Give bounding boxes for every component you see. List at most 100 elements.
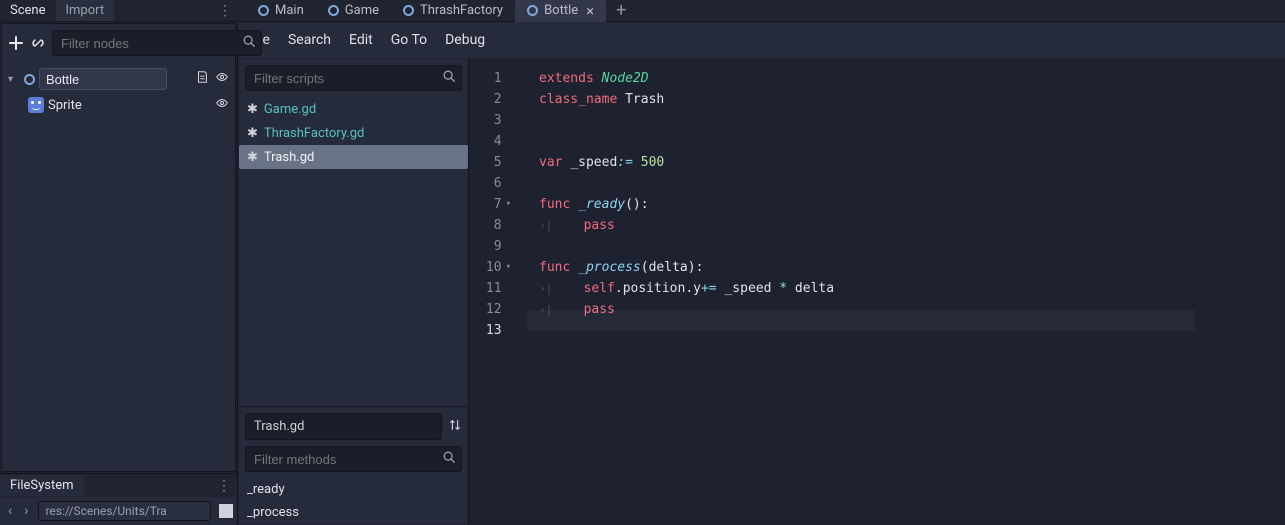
script-name: Game.gd (264, 102, 316, 117)
editor-column: FileSearchEditGo ToDebug ✱Game.gd✱Thrash… (238, 22, 1285, 525)
scene-node-icon (258, 5, 269, 16)
tab-filesystem[interactable]: FileSystem (0, 475, 84, 496)
scene-tree: ▾ Sprite (2, 62, 235, 471)
filesystem-menu-icon[interactable]: ⋮ (217, 478, 231, 494)
line-number: 13▾ (469, 320, 517, 341)
code-editor[interactable]: 1▾2▾3▾4▾5▾6▾7▾8▾9▾10▾11▾12▾13▾ extends N… (469, 58, 1285, 525)
methods-list: _ready_process (239, 478, 468, 524)
filter-nodes-input[interactable] (52, 30, 262, 56)
scene-tab[interactable]: ThrashFactory (391, 0, 515, 21)
current-script-name[interactable]: Trash.gd (245, 413, 442, 440)
tree-child-row[interactable]: Sprite (6, 92, 231, 118)
code-area[interactable]: extends Node2Dclass_name Trash var _speed… (527, 58, 1195, 525)
scene-tab-label: Bottle (544, 3, 578, 18)
sprite-icon (28, 97, 44, 113)
code-line[interactable]: class_name Trash (539, 89, 1195, 110)
code-line[interactable] (539, 131, 1195, 152)
indent-guide-icon: ›| (539, 219, 552, 232)
menu-edit[interactable]: Edit (349, 32, 373, 48)
scene-tabs: Main Game ThrashFactory Bottle × + (238, 0, 636, 21)
scripts-list: ✱ Game.gd ✱ ThrashFactory.gd ✱ Trash.gd (239, 97, 468, 169)
visibility-icon[interactable] (215, 96, 229, 114)
gear-icon: ✱ (247, 150, 258, 165)
script-item[interactable]: ✱ ThrashFactory.gd (239, 121, 468, 145)
line-gutter: 1▾2▾3▾4▾5▾6▾7▾8▾9▾10▾11▾12▾13▾ (469, 58, 527, 525)
chevron-down-icon[interactable]: ▾ (8, 74, 20, 85)
gear-icon: ✱ (247, 102, 258, 117)
link-icon[interactable] (30, 34, 46, 52)
add-node-icon[interactable] (8, 34, 24, 52)
line-number: 11▾ (469, 278, 517, 299)
filesystem-tabs: FileSystem ⋮ (0, 473, 237, 497)
code-line[interactable] (539, 110, 1195, 131)
line-number: 3▾ (469, 110, 517, 131)
scene-tab[interactable]: Bottle × (515, 0, 606, 23)
scene-node-icon (328, 5, 339, 16)
scene-tab-label: ThrashFactory (420, 3, 503, 18)
scene-tab[interactable]: Game (316, 0, 391, 21)
code-line[interactable]: func _ready(): (539, 194, 1195, 215)
file-menu-bar: FileSearchEditGo ToDebug (238, 22, 1285, 58)
filesystem-nav: ‹ › res://Scenes/Units/Tra (0, 497, 237, 525)
node-name-input[interactable] (39, 68, 167, 90)
main-row: ▾ Sprite (0, 22, 1285, 525)
new-tab-icon[interactable]: + (606, 0, 636, 21)
menu-search[interactable]: Search (288, 32, 331, 48)
code-line[interactable]: ›| self.position.y+= _speed * delta (539, 278, 1195, 299)
tab-import[interactable]: Import (56, 0, 115, 21)
tree-root-row[interactable]: ▾ (6, 66, 231, 92)
methods-section: Trash.gd _ready_process (239, 406, 468, 524)
nav-back-icon[interactable]: ‹ (4, 503, 16, 519)
line-number: 6▾ (469, 173, 517, 194)
top-tab-bar: Scene Import ⋮ Main Game ThrashFactory Bott… (0, 0, 1285, 22)
scene-toolbar (2, 24, 235, 62)
fold-icon[interactable]: ▾ (506, 194, 511, 215)
minimap[interactable] (1195, 58, 1285, 525)
scripts-panel: ✱ Game.gd ✱ ThrashFactory.gd ✱ Trash.gd Trash… (239, 59, 469, 524)
filter-scripts-input[interactable] (245, 65, 462, 91)
menu-go-to[interactable]: Go To (391, 32, 427, 48)
line-number: 5▾ (469, 152, 517, 173)
visibility-icon[interactable] (215, 70, 229, 88)
tab-scene[interactable]: Scene (0, 0, 56, 21)
indent-guide-icon: ›| (539, 282, 552, 295)
line-number: 8▾ (469, 215, 517, 236)
script-name: Trash.gd (264, 150, 314, 165)
line-number: 4▾ (469, 131, 517, 152)
fold-icon[interactable]: ▾ (506, 257, 511, 278)
line-number: 12▾ (469, 299, 517, 320)
code-line[interactable]: ›| pass (539, 215, 1195, 236)
code-line[interactable] (539, 173, 1195, 194)
line-number: 2▾ (469, 89, 517, 110)
filesystem-mode-icon[interactable] (219, 504, 233, 518)
close-tab-icon[interactable]: × (586, 2, 594, 20)
code-line[interactable]: func _process(delta): (539, 257, 1195, 278)
scene-node-icon (527, 5, 538, 16)
line-number: 9▾ (469, 236, 517, 257)
menu-debug[interactable]: Debug (445, 32, 485, 48)
gear-icon: ✱ (247, 126, 258, 141)
scene-node-icon (403, 5, 414, 16)
filesystem-path[interactable]: res://Scenes/Units/Tra (38, 501, 211, 521)
scene-tab[interactable]: Main (246, 0, 316, 21)
panel-menu-icon[interactable]: ⋮ (218, 3, 232, 19)
left-panel-tabs: Scene Import ⋮ (0, 0, 238, 21)
left-column: ▾ Sprite (0, 22, 238, 525)
sort-methods-icon[interactable] (448, 418, 462, 436)
line-number: 10▾ (469, 257, 517, 278)
code-line[interactable]: var _speed:= 500 (539, 152, 1195, 173)
script-name: ThrashFactory.gd (264, 126, 364, 141)
scene-tab-label: Game (345, 3, 379, 18)
method-item[interactable]: _process (239, 501, 468, 524)
node2d-icon (24, 74, 35, 85)
editor-row: ✱ Game.gd ✱ ThrashFactory.gd ✱ Trash.gd Trash… (238, 58, 1285, 525)
open-script-icon[interactable] (195, 70, 209, 88)
script-item[interactable]: ✱ Trash.gd (239, 145, 468, 169)
filter-methods-input[interactable] (245, 446, 462, 472)
code-line[interactable]: extends Node2D (539, 68, 1195, 89)
method-item[interactable]: _ready (239, 478, 468, 501)
code-line[interactable] (539, 236, 1195, 257)
nav-forward-icon[interactable]: › (20, 503, 32, 519)
scene-tab-label: Main (275, 3, 304, 18)
script-item[interactable]: ✱ Game.gd (239, 97, 468, 121)
